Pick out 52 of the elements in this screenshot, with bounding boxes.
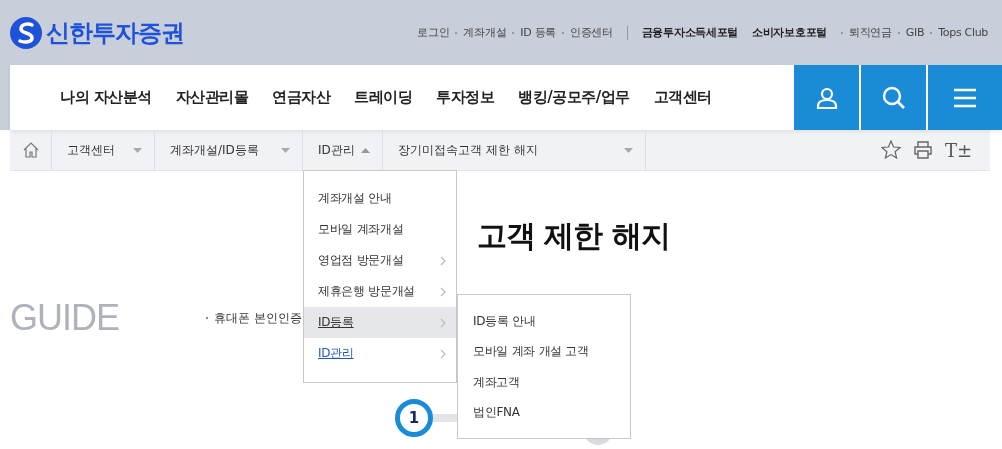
- nav-link[interactable]: 나의 자산분석: [60, 88, 152, 107]
- caret-down-icon: [133, 147, 142, 153]
- submenu-item[interactable]: 법인FNA: [458, 397, 630, 428]
- nav-link[interactable]: 뱅킹/공모주/업무: [518, 88, 630, 107]
- guide-heading: GUIDE: [10, 297, 120, 339]
- printer-icon: [912, 140, 933, 160]
- top-link[interactable]: 금융투자소득세포털: [641, 25, 739, 40]
- guide-item: 휴대폰 본인인증: [214, 309, 302, 327]
- nav-link[interactable]: 고객센터: [653, 88, 712, 107]
- search-icon: [881, 85, 906, 110]
- submenu-item[interactable]: 계좌고객: [458, 367, 630, 398]
- chevron-right-icon: [440, 348, 446, 359]
- star-button[interactable]: [880, 140, 901, 160]
- user-button[interactable]: [794, 65, 859, 130]
- top-link[interactable]: 인증센터: [569, 25, 613, 40]
- caret-down-icon: [624, 147, 633, 153]
- menu-item[interactable]: 영업점 방문개설: [304, 245, 456, 276]
- breadcrumb-dropdown[interactable]: 고객센터: [52, 130, 155, 170]
- top-link[interactable]: 퇴직연금: [849, 25, 892, 40]
- nav-link[interactable]: 트레이딩: [354, 88, 413, 107]
- caret-up-icon: [361, 147, 370, 153]
- nav-link[interactable]: 연금자산: [272, 88, 331, 107]
- logo-text[interactable]: 신한투자증권: [46, 16, 184, 49]
- breadcrumb-dropdown[interactable]: 계좌개설/ID등록: [155, 130, 303, 170]
- top-link[interactable]: 계좌개설: [463, 25, 507, 40]
- chevron-right-icon: [440, 255, 446, 266]
- submenu-item[interactable]: ID등록 안내: [458, 306, 630, 337]
- top-link[interactable]: 소비자보호포털: [752, 25, 827, 40]
- top-link[interactable]: ID 등록: [520, 25, 556, 40]
- top-link[interactable]: Tops Club: [938, 26, 988, 39]
- logo-icon: [10, 16, 42, 49]
- nav-link[interactable]: 투자정보: [436, 88, 495, 107]
- menu-item[interactable]: 모바일 계좌개설: [304, 214, 456, 245]
- menu-item[interactable]: 제휴은행 방문개설: [304, 276, 456, 307]
- star-icon: [880, 140, 901, 160]
- search-button[interactable]: [861, 65, 926, 130]
- nav-link[interactable]: 자산관리몰: [175, 88, 249, 107]
- user-icon: [814, 85, 839, 110]
- top-link[interactable]: GIB: [905, 26, 925, 39]
- menu-item[interactable]: 계좌개설 안내: [304, 183, 456, 214]
- menu-button[interactable]: [928, 65, 1002, 130]
- chevron-right-icon: [440, 286, 446, 297]
- printer-button[interactable]: [912, 140, 933, 160]
- chevron-right-icon: [440, 317, 446, 328]
- step-number: 1: [395, 399, 433, 437]
- home-icon: [21, 141, 40, 159]
- submenu-item[interactable]: 모바일 계좌 개설 고객: [458, 336, 630, 367]
- text-size-button[interactable]: T±: [944, 139, 972, 161]
- caret-down-icon: [281, 147, 290, 153]
- page-title: 고객 제한 해지: [477, 217, 670, 255]
- top-link[interactable]: 로그인: [417, 25, 450, 40]
- menu-item[interactable]: ID관리: [304, 338, 456, 369]
